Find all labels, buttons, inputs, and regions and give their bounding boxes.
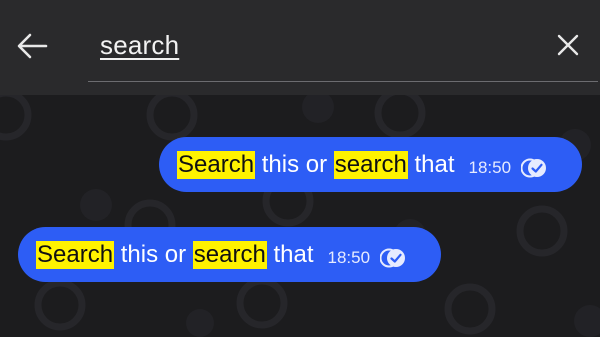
search-match-highlight: search <box>333 150 408 179</box>
message-text: Search this or search that <box>36 240 314 269</box>
message-text-segment: that <box>407 150 455 178</box>
message-text-segment: this or <box>114 240 193 268</box>
chat-wallpaper-pattern <box>0 95 600 337</box>
double-check-delivered-icon <box>521 158 547 178</box>
chat-conversation[interactable] <box>0 95 600 337</box>
double-check-delivered-icon <box>380 248 406 268</box>
search-match-highlight: Search <box>177 150 256 179</box>
search-match-highlight: Search <box>36 240 115 269</box>
message-timestamp: 18:50 <box>468 157 512 177</box>
close-icon <box>557 34 579 56</box>
back-button[interactable] <box>14 30 50 62</box>
search-match-highlight: search <box>192 240 267 269</box>
message-bubble-outgoing[interactable]: Search this or search that 18:50 <box>159 137 582 192</box>
message-timestamp: 18:50 <box>327 247 371 267</box>
message-bubble-outgoing[interactable]: Search this or search that 18:50 <box>18 227 441 282</box>
search-query-text[interactable]: search <box>100 30 179 61</box>
arrow-left-icon <box>17 33 48 59</box>
search-input[interactable]: search <box>88 20 598 82</box>
search-toolbar: search <box>0 0 600 95</box>
message-text: Search this or search that <box>177 150 455 179</box>
message-text-segment: this or <box>255 150 334 178</box>
message-text-segment: that <box>266 240 314 268</box>
clear-search-button[interactable] <box>551 28 585 62</box>
